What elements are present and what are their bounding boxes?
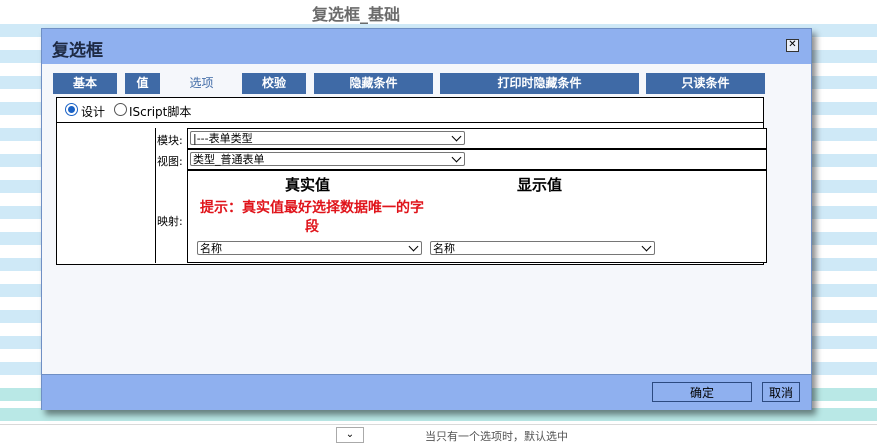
mapping-table: 模块: |---表单类型 视图: 类型_普通表单 映射: 真实值 显示值 提示：… (155, 128, 767, 263)
view-select[interactable]: 类型_普通表单 (190, 152, 465, 166)
mapping-label: 映射: (157, 215, 183, 228)
view-select-value: 类型_普通表单 (193, 153, 265, 166)
tab-value[interactable]: 值 (125, 73, 160, 94)
tab-options[interactable]: 选项 (169, 73, 234, 94)
design-radio[interactable] (65, 103, 78, 116)
tab-readonly-condition[interactable]: 只读条件 (646, 73, 765, 94)
mode-row: 设计 IScript脚本 (57, 98, 763, 123)
real-value-select-value: 名称 (200, 242, 222, 255)
tab-validation[interactable]: 校验 (242, 73, 306, 94)
display-value-header: 显示值 (517, 176, 563, 194)
module-label: 模块: (157, 134, 183, 147)
dialog-footer: 确定 取消 (42, 374, 811, 410)
view-label: 视图: (157, 155, 183, 168)
chevron-down-icon (408, 241, 419, 252)
dialog-title: 复选框 (52, 41, 103, 61)
iscript-radio[interactable] (114, 103, 127, 116)
view-cell: 类型_普通表单 (187, 149, 767, 170)
real-value-header: 真实值 (285, 176, 331, 194)
close-icon[interactable]: ✕ (786, 39, 799, 52)
tab-print-hide-condition[interactable]: 打印时隐藏条件 (440, 73, 639, 94)
design-radio-label: 设计 (81, 105, 106, 119)
chevron-down-icon (451, 152, 462, 163)
mapping-tip: 提示：真实值最好选择数据唯一的字段 (200, 200, 424, 235)
module-select-value: |---表单类型 (193, 132, 253, 145)
module-cell: |---表单类型 (187, 128, 767, 149)
dialog-header: 复选框 ✕ (42, 29, 811, 64)
display-value-select-value: 名称 (433, 242, 455, 255)
mapping-cell: 真实值 显示值 提示：真实值最好选择数据唯一的字段 名称 名称 (187, 170, 767, 263)
iscript-radio-label: IScript脚本 (129, 105, 192, 119)
real-value-select[interactable]: 名称 (197, 241, 422, 255)
module-select[interactable]: |---表单类型 (190, 131, 465, 145)
checkbox-options-dialog: 复选框 ✕ 基本 值 选项 校验 隐藏条件 打印时隐藏条件 只读条件 设计 IS… (41, 28, 812, 410)
background-hint-text: 当只有一个选项时，默认选中 (425, 430, 568, 443)
chevron-down-icon (641, 241, 652, 252)
cancel-button[interactable]: 取消 (762, 382, 800, 402)
ok-button[interactable]: 确定 (652, 382, 752, 402)
chevron-down-icon (451, 131, 462, 142)
tab-basic[interactable]: 基本 (53, 73, 117, 94)
options-panel: 设计 IScript脚本 模块: |---表单类型 视图: 类型_普通表单 映射… (56, 97, 767, 265)
tab-hide-condition[interactable]: 隐藏条件 (314, 73, 433, 94)
display-value-select[interactable]: 名称 (430, 241, 655, 255)
